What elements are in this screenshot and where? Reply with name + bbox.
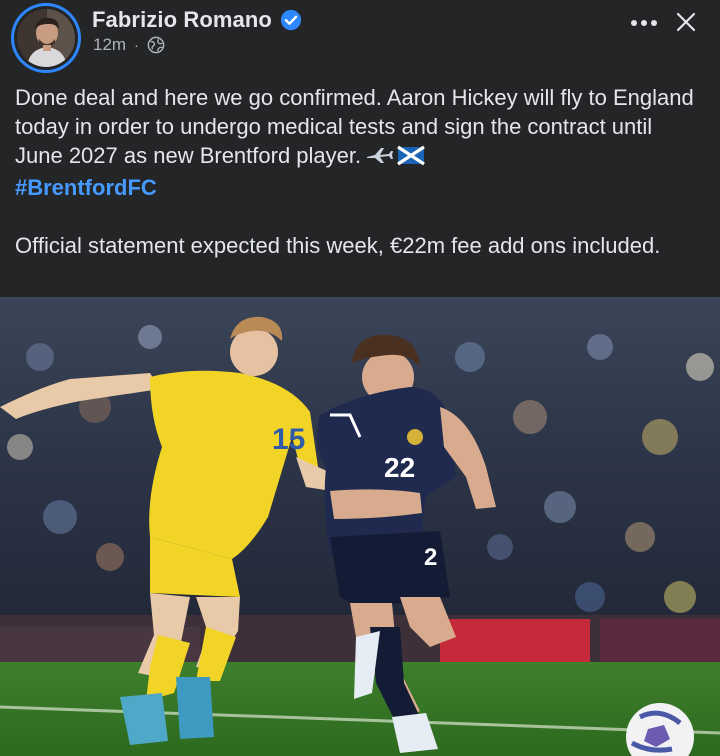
hashtag-link[interactable]: #BrentfordFC bbox=[15, 175, 157, 200]
profile-photo bbox=[17, 9, 75, 67]
post-text-paragraph-2: Official statement expected this week, €… bbox=[15, 233, 661, 258]
more-dot bbox=[651, 20, 657, 26]
avatar[interactable] bbox=[11, 3, 81, 73]
post-header: Fabrizio Romano 12m · bbox=[0, 0, 720, 78]
globe-icon[interactable] bbox=[147, 36, 165, 54]
post-meta: 12m · bbox=[93, 35, 165, 55]
post-card: Fabrizio Romano 12m · Done deal and here… bbox=[0, 0, 720, 756]
author-name[interactable]: Fabrizio Romano bbox=[92, 7, 272, 33]
person-silhouette-icon bbox=[17, 9, 75, 67]
more-dot bbox=[641, 20, 647, 26]
post-timestamp[interactable]: 12m bbox=[93, 35, 126, 55]
close-icon[interactable] bbox=[670, 6, 702, 38]
more-options-button[interactable] bbox=[626, 8, 662, 38]
post-text-paragraph: Done deal and here we go confirmed. Aaro… bbox=[15, 83, 705, 173]
plane-flag-emoji bbox=[365, 144, 426, 173]
verified-badge-icon bbox=[280, 9, 302, 31]
shirt-number-22: 22 bbox=[384, 452, 415, 483]
post-text-main: Done deal and here we go confirmed. Aaro… bbox=[15, 85, 694, 168]
airplane-scotland-flag-icon bbox=[367, 145, 426, 166]
post-photo[interactable]: 15 22 2 bbox=[0, 297, 720, 756]
more-dot bbox=[631, 20, 637, 26]
meta-separator: · bbox=[134, 37, 139, 53]
shirt-number-15: 15 bbox=[272, 423, 305, 456]
author-row: Fabrizio Romano bbox=[92, 6, 302, 34]
football-match-photo: 15 22 2 bbox=[0, 297, 720, 756]
shorts-number-2: 2 bbox=[424, 544, 437, 571]
post-body: Done deal and here we go confirmed. Aaro… bbox=[15, 83, 705, 260]
